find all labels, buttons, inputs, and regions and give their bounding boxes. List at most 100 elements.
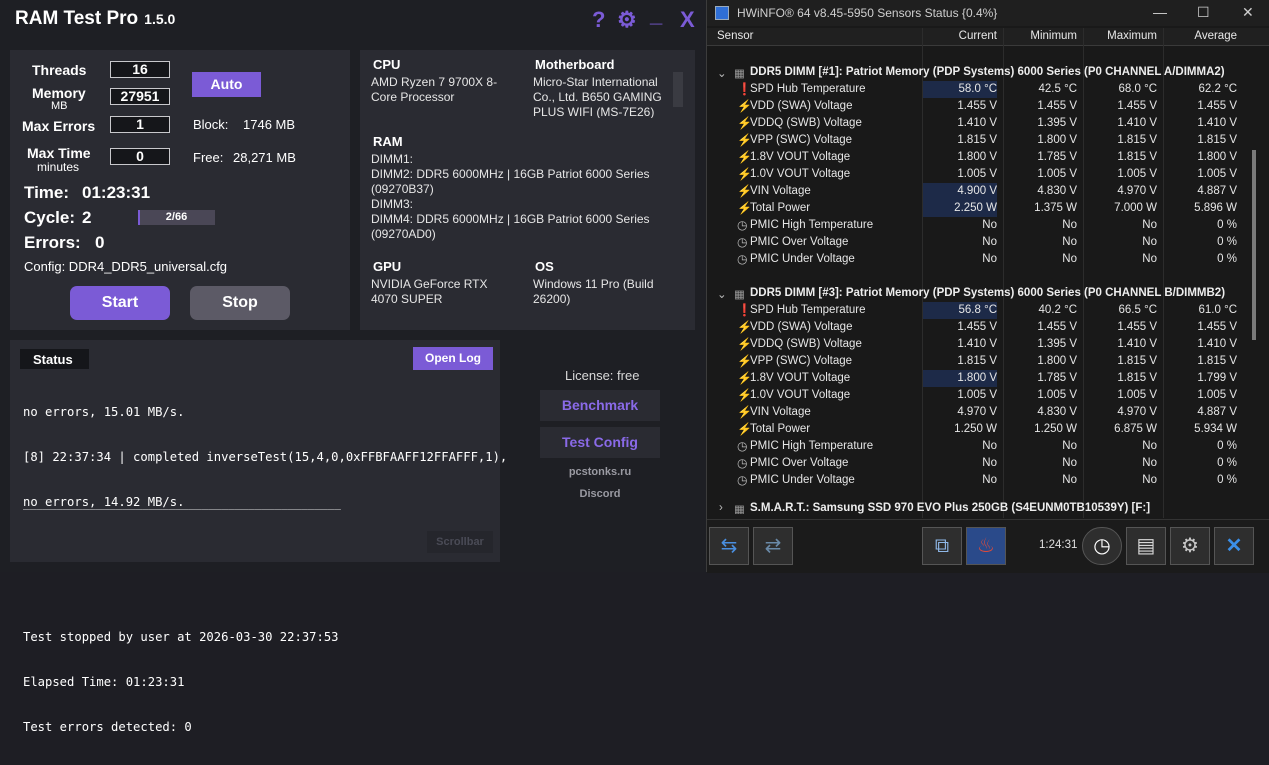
navigate-arrows-icon[interactable]: ⇆ [709, 527, 749, 565]
max-time-input[interactable]: 0 [110, 148, 170, 165]
sensor-row[interactable]: ⚡ VIN Voltage 4.970 V 4.830 V 4.970 V 4.887 V [707, 404, 1247, 421]
column-current[interactable]: Current [923, 30, 997, 42]
sensor-row[interactable]: ◷ PMIC High Temperature No No No 0 % [707, 217, 1247, 234]
sensor-min-value: No [1062, 236, 1077, 248]
sensor-avg-value: 1.410 V [1197, 338, 1237, 350]
max-errors-input[interactable]: 1 [110, 116, 170, 133]
sensor-row[interactable]: ◷ PMIC Under Voltage No No No 0 % [707, 251, 1247, 268]
minimize-icon[interactable]: — [1153, 4, 1167, 20]
maximize-icon[interactable]: ☐ [1197, 4, 1210, 21]
auto-button[interactable]: Auto [192, 72, 261, 97]
sensor-avg-value: 1.799 V [1197, 372, 1237, 384]
threads-input[interactable]: 16 [110, 61, 170, 78]
bolt-icon: ⚡ [737, 405, 752, 419]
chevron-down-icon[interactable]: ⌄ [717, 287, 727, 301]
sensor-min-value: No [1062, 219, 1077, 231]
sensor-name: 1.0V VOUT Voltage [750, 168, 851, 180]
sensor-group-name: DDR5 DIMM [#3]: Patriot Memory (PDP Syst… [750, 287, 1226, 299]
report-icon[interactable]: ▤ [1126, 527, 1166, 565]
sensor-cur-value: 1.815 V [957, 355, 997, 367]
chevron-down-icon[interactable]: ⌄ [717, 66, 727, 80]
sensor-group-header[interactable]: ⌄ ▦ DDR5 DIMM [#1]: Patriot Memory (PDP Sy… [707, 64, 1247, 81]
test-config-button[interactable]: Test Config [540, 427, 660, 458]
sensor-row[interactable]: ❗ SPD Hub Temperature 56.8 °C 40.2 °C 66.5 °… [707, 302, 1247, 319]
sensor-row[interactable]: ⚡ 1.0V VOUT Voltage 1.005 V 1.005 V 1.005 V 1… [707, 166, 1247, 183]
cpu-title: CPU [373, 57, 401, 72]
exit-icon[interactable]: ✕ [1214, 527, 1254, 565]
sensor-max-value: No [1142, 219, 1157, 231]
discord-link[interactable]: Discord [540, 488, 660, 500]
clock-icon: ◷ [737, 252, 748, 266]
log-line: Test stopped by user at 2026-03-30 22:37… [23, 630, 339, 644]
column-header: Sensor Current Minimum Maximum Average [707, 28, 1269, 46]
sensor-row[interactable]: ◷ PMIC Over Voltage No No No 0 % [707, 455, 1247, 472]
sensor-avg-value: 4.887 V [1197, 406, 1237, 418]
column-average[interactable]: Average [1163, 30, 1237, 42]
network-icon[interactable]: ⧉ [922, 527, 962, 565]
clock-icon[interactable]: ◷ [1082, 527, 1122, 565]
sensor-row[interactable]: ⚡ 1.0V VOUT Voltage 1.005 V 1.005 V 1.005 V 1… [707, 387, 1247, 404]
sensor-group-header[interactable]: ⌄ ▦ DDR5 DIMM [#3]: Patriot Memory (PDP Sy… [707, 285, 1247, 302]
close-icon[interactable]: ✕ [1242, 4, 1254, 21]
sensor-min-value: No [1062, 457, 1077, 469]
fire-icon[interactable]: ♨ [966, 527, 1006, 565]
start-button[interactable]: Start [70, 286, 170, 320]
settings-gear-icon[interactable]: ⚙ [617, 7, 637, 33]
column-maximum[interactable]: Maximum [1083, 30, 1157, 42]
sensor-avg-value: 1.005 V [1197, 389, 1237, 401]
sensor-max-value: 1.455 V [1117, 100, 1157, 112]
sensor-cur-value: No [982, 219, 997, 231]
collapse-arrows-icon[interactable]: ⇄ [753, 527, 793, 565]
column-minimum[interactable]: Minimum [1003, 30, 1077, 42]
sensor-avg-value: 0 % [1217, 457, 1237, 469]
sensor-row[interactable]: ⚡ Total Power 2.250 W 1.375 W 7.000 W 5.896 W [707, 200, 1247, 217]
sensor-row[interactable]: ⚡ VIN Voltage 4.900 V 4.830 V 4.970 V 4.887 V [707, 183, 1247, 200]
sensor-row[interactable]: ⚡ 1.8V VOUT Voltage 1.800 V 1.785 V 1.815 V 1… [707, 370, 1247, 387]
sensor-avg-value: 1.800 V [1197, 151, 1237, 163]
sensor-avg-value: 1.815 V [1197, 134, 1237, 146]
close-button[interactable]: X [680, 7, 695, 33]
bolt-icon: ⚡ [737, 167, 752, 181]
sensor-scrollbar[interactable] [1252, 150, 1256, 340]
free-value: 28,271 MB [233, 150, 296, 165]
sensor-min-value: No [1062, 440, 1077, 452]
stop-button[interactable]: Stop [190, 286, 290, 320]
motherboard-line-1: Micro-Star International [533, 75, 658, 89]
cpu-line-1: AMD Ryzen 7 9700X 8- [371, 75, 498, 89]
sensor-name: PMIC Over Voltage [750, 457, 849, 469]
column-sensor[interactable]: Sensor [717, 30, 753, 42]
sensor-row[interactable]: ⚡ VDD (SWA) Voltage 1.455 V 1.455 V 1.455 V 1… [707, 98, 1247, 115]
chevron-right-icon[interactable]: › [719, 502, 723, 514]
motherboard-line-2: Co., Ltd. B650 GAMING [533, 90, 662, 104]
free-label: Free: [193, 150, 224, 165]
sensor-row[interactable]: ⚡ VPP (SWC) Voltage 1.815 V 1.800 V 1.815 V 1… [707, 132, 1247, 149]
sensor-name: VDD (SWA) Voltage [750, 100, 853, 112]
sensor-avg-value: 4.887 V [1197, 185, 1237, 197]
benchmark-button[interactable]: Benchmark [540, 390, 660, 421]
help-button[interactable]: ? [592, 7, 605, 33]
memory-input[interactable]: 27951 [110, 88, 170, 105]
cycle-value: 2 [82, 208, 92, 227]
cpu-line-2: Core Processor [371, 90, 455, 104]
status-scrollbar[interactable]: Scrollbar [427, 531, 493, 553]
sensor-row[interactable]: ⚡ VDD (SWA) Voltage 1.455 V 1.455 V 1.455 V 1… [707, 319, 1247, 336]
system-info-scrollbar[interactable] [673, 72, 683, 107]
sensor-row[interactable]: ⚡ VDDQ (SWB) Voltage 1.410 V 1.395 V 1.410 V… [707, 336, 1247, 353]
sensor-row[interactable]: ◷ PMIC High Temperature No No No 0 % [707, 438, 1247, 455]
sensor-cur-value: 1.800 V [923, 370, 997, 387]
sensor-row[interactable]: ⚡ VDDQ (SWB) Voltage 1.410 V 1.395 V 1.410 V… [707, 115, 1247, 132]
settings-gear-icon[interactable]: ⚙ [1170, 527, 1210, 565]
site-link[interactable]: pcstonks.ru [540, 466, 660, 478]
sensor-row[interactable]: ⚡ VPP (SWC) Voltage 1.815 V 1.800 V 1.815 V 1… [707, 353, 1247, 370]
memory-label: Memory [32, 85, 86, 101]
sensor-avg-value: 1.410 V [1197, 117, 1237, 129]
sensor-row[interactable]: ❗ SPD Hub Temperature 58.0 °C 42.5 °C 68.0 °… [707, 81, 1247, 98]
sensor-group-header-collapsed[interactable]: › ▦ S.M.A.R.T.: Samsung SSD 970 EVO Plus 2… [707, 500, 1247, 514]
open-log-button[interactable]: Open Log [413, 347, 493, 370]
sensor-row[interactable]: ⚡ Total Power 1.250 W 1.250 W 6.875 W 5.934 W [707, 421, 1247, 438]
minimize-button[interactable]: _ [650, 2, 662, 28]
sensor-row[interactable]: ⚡ 1.8V VOUT Voltage 1.800 V 1.785 V 1.815 V 1… [707, 149, 1247, 166]
sensor-row[interactable]: ◷ PMIC Under Voltage No No No 0 % [707, 472, 1247, 489]
sensor-max-value: No [1142, 253, 1157, 265]
sensor-row[interactable]: ◷ PMIC Over Voltage No No No 0 % [707, 234, 1247, 251]
